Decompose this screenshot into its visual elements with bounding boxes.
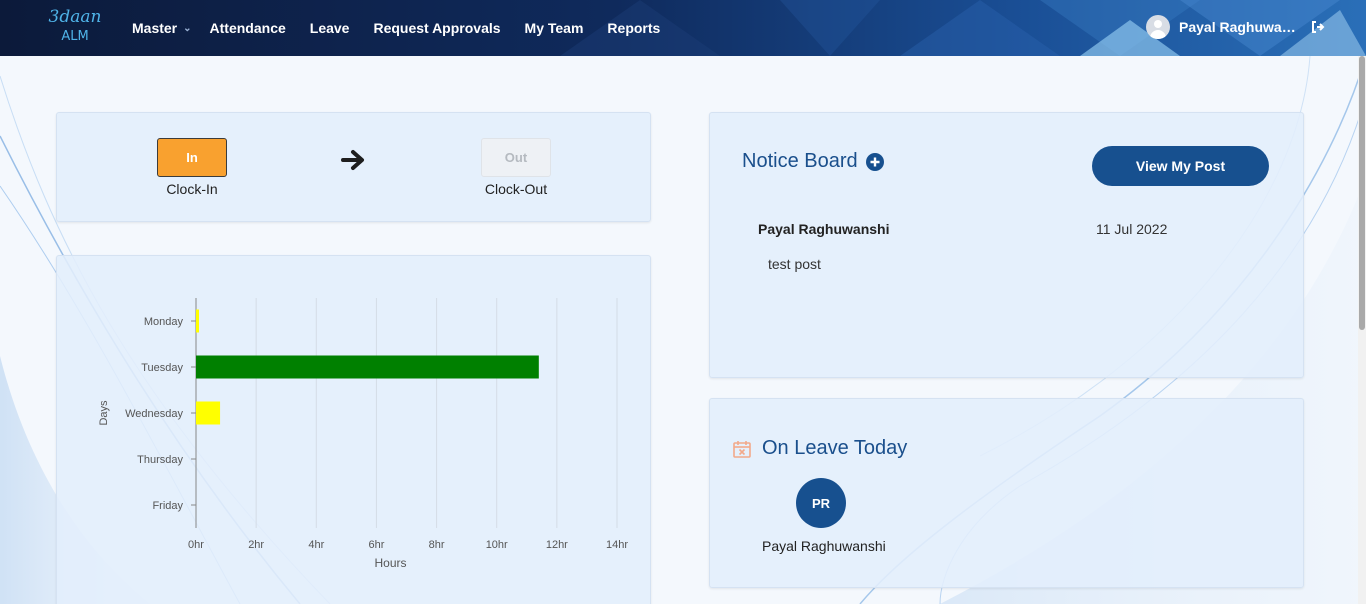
user-avatar-icon: [1146, 15, 1170, 39]
person-avatar[interactable]: PR: [796, 478, 846, 528]
plus-circle-icon[interactable]: [865, 152, 884, 171]
on-leave-today-card: On Leave Today PR Payal Raghuwanshi: [709, 398, 1304, 588]
nav-item-request-approvals[interactable]: Request Approvals: [373, 20, 500, 36]
arrow-right-icon: [341, 150, 364, 170]
clock-out-button[interactable]: Out: [481, 138, 551, 177]
logo-subtitle: ALM: [61, 29, 89, 44]
clock-card: In Clock-In Out Clock-Out: [56, 112, 651, 222]
y-tick-label: Wednesday: [125, 408, 183, 420]
nav-item-my-team[interactable]: My Team: [525, 20, 584, 36]
x-tick-label: 14hr: [606, 539, 628, 551]
x-axis-title: Hours: [374, 556, 406, 570]
nav-item-label: Master: [132, 20, 178, 36]
x-tick-label: 8hr: [429, 539, 445, 551]
sign-out-icon[interactable]: [1311, 20, 1325, 34]
nav-item-leave[interactable]: Leave: [310, 20, 350, 36]
post-date: 11 Jul 2022: [1096, 221, 1168, 237]
nav-item-label: Attendance: [209, 20, 286, 36]
nav-item-label: My Team: [524, 20, 584, 36]
user-name: Payal Raghuwans...: [1179, 19, 1301, 35]
on-leave-header: On Leave Today: [732, 437, 907, 460]
x-tick-label: 12hr: [546, 539, 568, 551]
nav-item-label: Leave: [309, 20, 350, 36]
x-tick-label: 10hr: [486, 539, 508, 551]
top-navbar: 3daan ALM Master ⌄ Attendance Leave Requ…: [0, 0, 1366, 56]
main-menu: Master ⌄ Attendance Leave Request Approv…: [132, 0, 684, 56]
x-tick-label: 4hr: [308, 539, 324, 551]
bar-tuesday: [196, 355, 539, 379]
person-name: Payal Raghuwanshi: [762, 538, 886, 554]
nav-item-attendance[interactable]: Attendance: [210, 20, 286, 36]
scrollbar-thumb[interactable]: [1359, 56, 1365, 330]
chevron-down-icon: ⌄: [183, 22, 192, 34]
nav-item-reports[interactable]: Reports: [607, 20, 660, 36]
post-text: test post: [768, 256, 821, 272]
y-tick-label: Tuesday: [141, 362, 183, 374]
x-tick-label: 6hr: [368, 539, 384, 551]
y-tick-label: Monday: [144, 316, 184, 328]
logo-brand: 3daan: [48, 7, 102, 27]
notice-board-header: Notice Board: [742, 150, 884, 173]
clock-in-button[interactable]: In: [157, 138, 227, 177]
notice-board-title: Notice Board: [742, 150, 858, 172]
nav-item-label: Request Approvals: [373, 20, 501, 36]
x-tick-label: 0hr: [188, 539, 204, 551]
post-author: Payal Raghuwanshi: [758, 221, 890, 237]
weekly-hours-chart-card: 0hr 2hr 4hr 6hr 8hr 10hr 12hr 14hr Monday Tuesday…: [56, 255, 651, 604]
app-logo[interactable]: 3daan ALM: [40, 6, 110, 50]
nav-item-master[interactable]: Master ⌄: [132, 20, 192, 36]
user-menu[interactable]: Payal Raghuwans...: [1146, 14, 1325, 40]
notice-board-card: Notice Board View My Post Payal Raghuwan…: [709, 112, 1304, 378]
clock-in-label: Clock-In: [166, 181, 218, 197]
x-tick-label: 2hr: [248, 539, 264, 551]
y-tick-label: Friday: [152, 500, 183, 512]
page-scrollbar[interactable]: [1358, 56, 1366, 604]
calendar-x-icon: [733, 440, 751, 458]
y-axis-title: Days: [98, 400, 110, 426]
clock-out-label: Clock-Out: [484, 181, 548, 197]
bar-monday: [196, 309, 200, 333]
bar-wednesday: [196, 401, 221, 425]
y-tick-label: Thursday: [137, 454, 183, 466]
on-leave-title: On Leave Today: [762, 437, 908, 459]
nav-item-label: Reports: [607, 20, 661, 36]
weekly-hours-chart: 0hr 2hr 4hr 6hr 8hr 10hr 12hr 14hr Monday Tuesday…: [98, 298, 628, 570]
view-my-post-button[interactable]: View My Post: [1092, 146, 1269, 186]
